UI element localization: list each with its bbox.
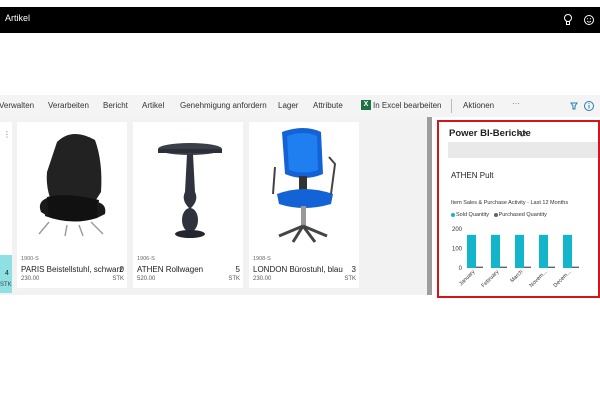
y-tick-label: 200 xyxy=(452,227,463,233)
app-header: Artikel xyxy=(0,7,600,33)
legend-label-purchased: Purchased Quantity xyxy=(498,212,547,218)
item-unit: STK xyxy=(344,276,356,282)
x-tick-label: Decem... xyxy=(553,269,573,289)
item-gallery: ⋮ 4 STK 1900-S PARIS Beistellstuhl, schw… xyxy=(0,117,427,295)
x-tick-label: February xyxy=(481,269,501,289)
bar-sold-quantity xyxy=(563,234,572,268)
legend-swatch-sold xyxy=(451,212,455,217)
item-quantity: 5 xyxy=(235,265,240,274)
action-verarbeiten[interactable]: Verarbeiten xyxy=(48,101,89,110)
bar-sold-quantity xyxy=(515,234,524,268)
x-tick-label: Novem... xyxy=(529,269,549,289)
pane-splitter[interactable] xyxy=(427,117,432,295)
item-unit: STK xyxy=(228,276,240,282)
app-title: Artikel xyxy=(5,13,31,23)
item-name: PARIS Beistellstuhl, schwarz xyxy=(21,265,124,274)
chart-legend: Sold Quantity Purchased Quantity xyxy=(451,212,547,218)
action-genehmigung-anfordern[interactable]: Genehmigung anfordern xyxy=(180,101,267,110)
item-number: 1906-S xyxy=(137,256,155,262)
report-selector-bar[interactable] xyxy=(448,142,598,158)
item-number: 1900-S xyxy=(21,256,39,262)
y-tick-label: 0 xyxy=(459,266,463,272)
partial-item-card[interactable]: ⋮ 4 STK xyxy=(0,122,12,293)
item-number: 1908-S xyxy=(253,256,271,262)
action-attribute[interactable]: Attribute xyxy=(313,101,343,110)
item-image-side-table xyxy=(158,143,222,238)
action-artikel[interactable]: Artikel xyxy=(142,101,164,110)
item-image-chair xyxy=(38,133,106,237)
item-price: 230.00 xyxy=(21,276,40,282)
action-bericht[interactable]: Bericht xyxy=(103,101,128,110)
bar-purchased-quantity xyxy=(524,266,531,268)
item-unit: STK xyxy=(112,276,124,282)
item-card[interactable]: 1908-S LONDON Bürostuhl, blau 3 230.00 S… xyxy=(249,122,359,288)
item-image-office-chair xyxy=(272,128,337,243)
lightbulb-icon[interactable] xyxy=(562,13,574,27)
bar-purchased-quantity xyxy=(476,266,483,268)
report-subtitle: ATHEN Pult xyxy=(451,171,494,180)
filter-pane-icon[interactable] xyxy=(568,100,580,112)
action-in-excel-bearbeiten[interactable]: In Excel bearbeiten xyxy=(373,101,442,110)
bar-purchased-quantity xyxy=(500,266,507,268)
bar-purchased-quantity xyxy=(572,266,579,268)
item-quantity: 4 xyxy=(5,270,9,277)
item-card[interactable]: 1900-S PARIS Beistellstuhl, schwarz 0 23… xyxy=(17,122,127,288)
bar-sold-quantity xyxy=(539,234,548,268)
factbox-info-icon[interactable] xyxy=(583,100,595,112)
item-price: 230.00 xyxy=(253,276,272,282)
divider xyxy=(451,99,452,113)
chevron-down-icon[interactable] xyxy=(517,130,527,138)
card-menu-icon[interactable]: ⋮ xyxy=(3,130,11,139)
x-tick-label: March xyxy=(509,269,524,284)
bar-sold-quantity xyxy=(467,234,476,268)
action-aktionen[interactable]: Aktionen xyxy=(463,101,494,110)
legend-swatch-purchased xyxy=(493,212,498,217)
item-card[interactable]: 1906-S ATHEN Rollwagen 5 520.00 STK xyxy=(133,122,243,288)
sales-purchase-chart[interactable]: 2001000January February March Novem... Decem… xyxy=(441,220,591,294)
item-unit: STK xyxy=(0,282,12,288)
excel-icon: X xyxy=(361,100,371,110)
chart-title: Item Sales & Purchase Activity - Last 12… xyxy=(451,200,569,206)
legend-label-sold: Sold Quantity xyxy=(456,212,490,218)
item-name: LONDON Bürostuhl, blau xyxy=(253,265,343,274)
item-quantity: 0 xyxy=(119,265,124,274)
smiley-icon[interactable] xyxy=(583,13,595,27)
item-quantity: 3 xyxy=(351,265,356,274)
action-lager[interactable]: Lager xyxy=(278,101,298,110)
item-name: ATHEN Rollwagen xyxy=(137,265,204,274)
action-bar: Verwalten Verarbeiten Bericht Artikel Ge… xyxy=(0,95,600,117)
action-verwalten[interactable]: Verwalten xyxy=(0,101,34,110)
item-price: 520.00 xyxy=(137,276,156,282)
powerbi-factbox: Power BI-Berichte ATHEN Pult Item Sales … xyxy=(437,120,600,298)
more-actions-button[interactable]: ··· xyxy=(512,99,520,108)
bar-sold-quantity xyxy=(491,234,500,268)
y-tick-label: 100 xyxy=(452,247,463,253)
bar-purchased-quantity xyxy=(548,266,555,268)
